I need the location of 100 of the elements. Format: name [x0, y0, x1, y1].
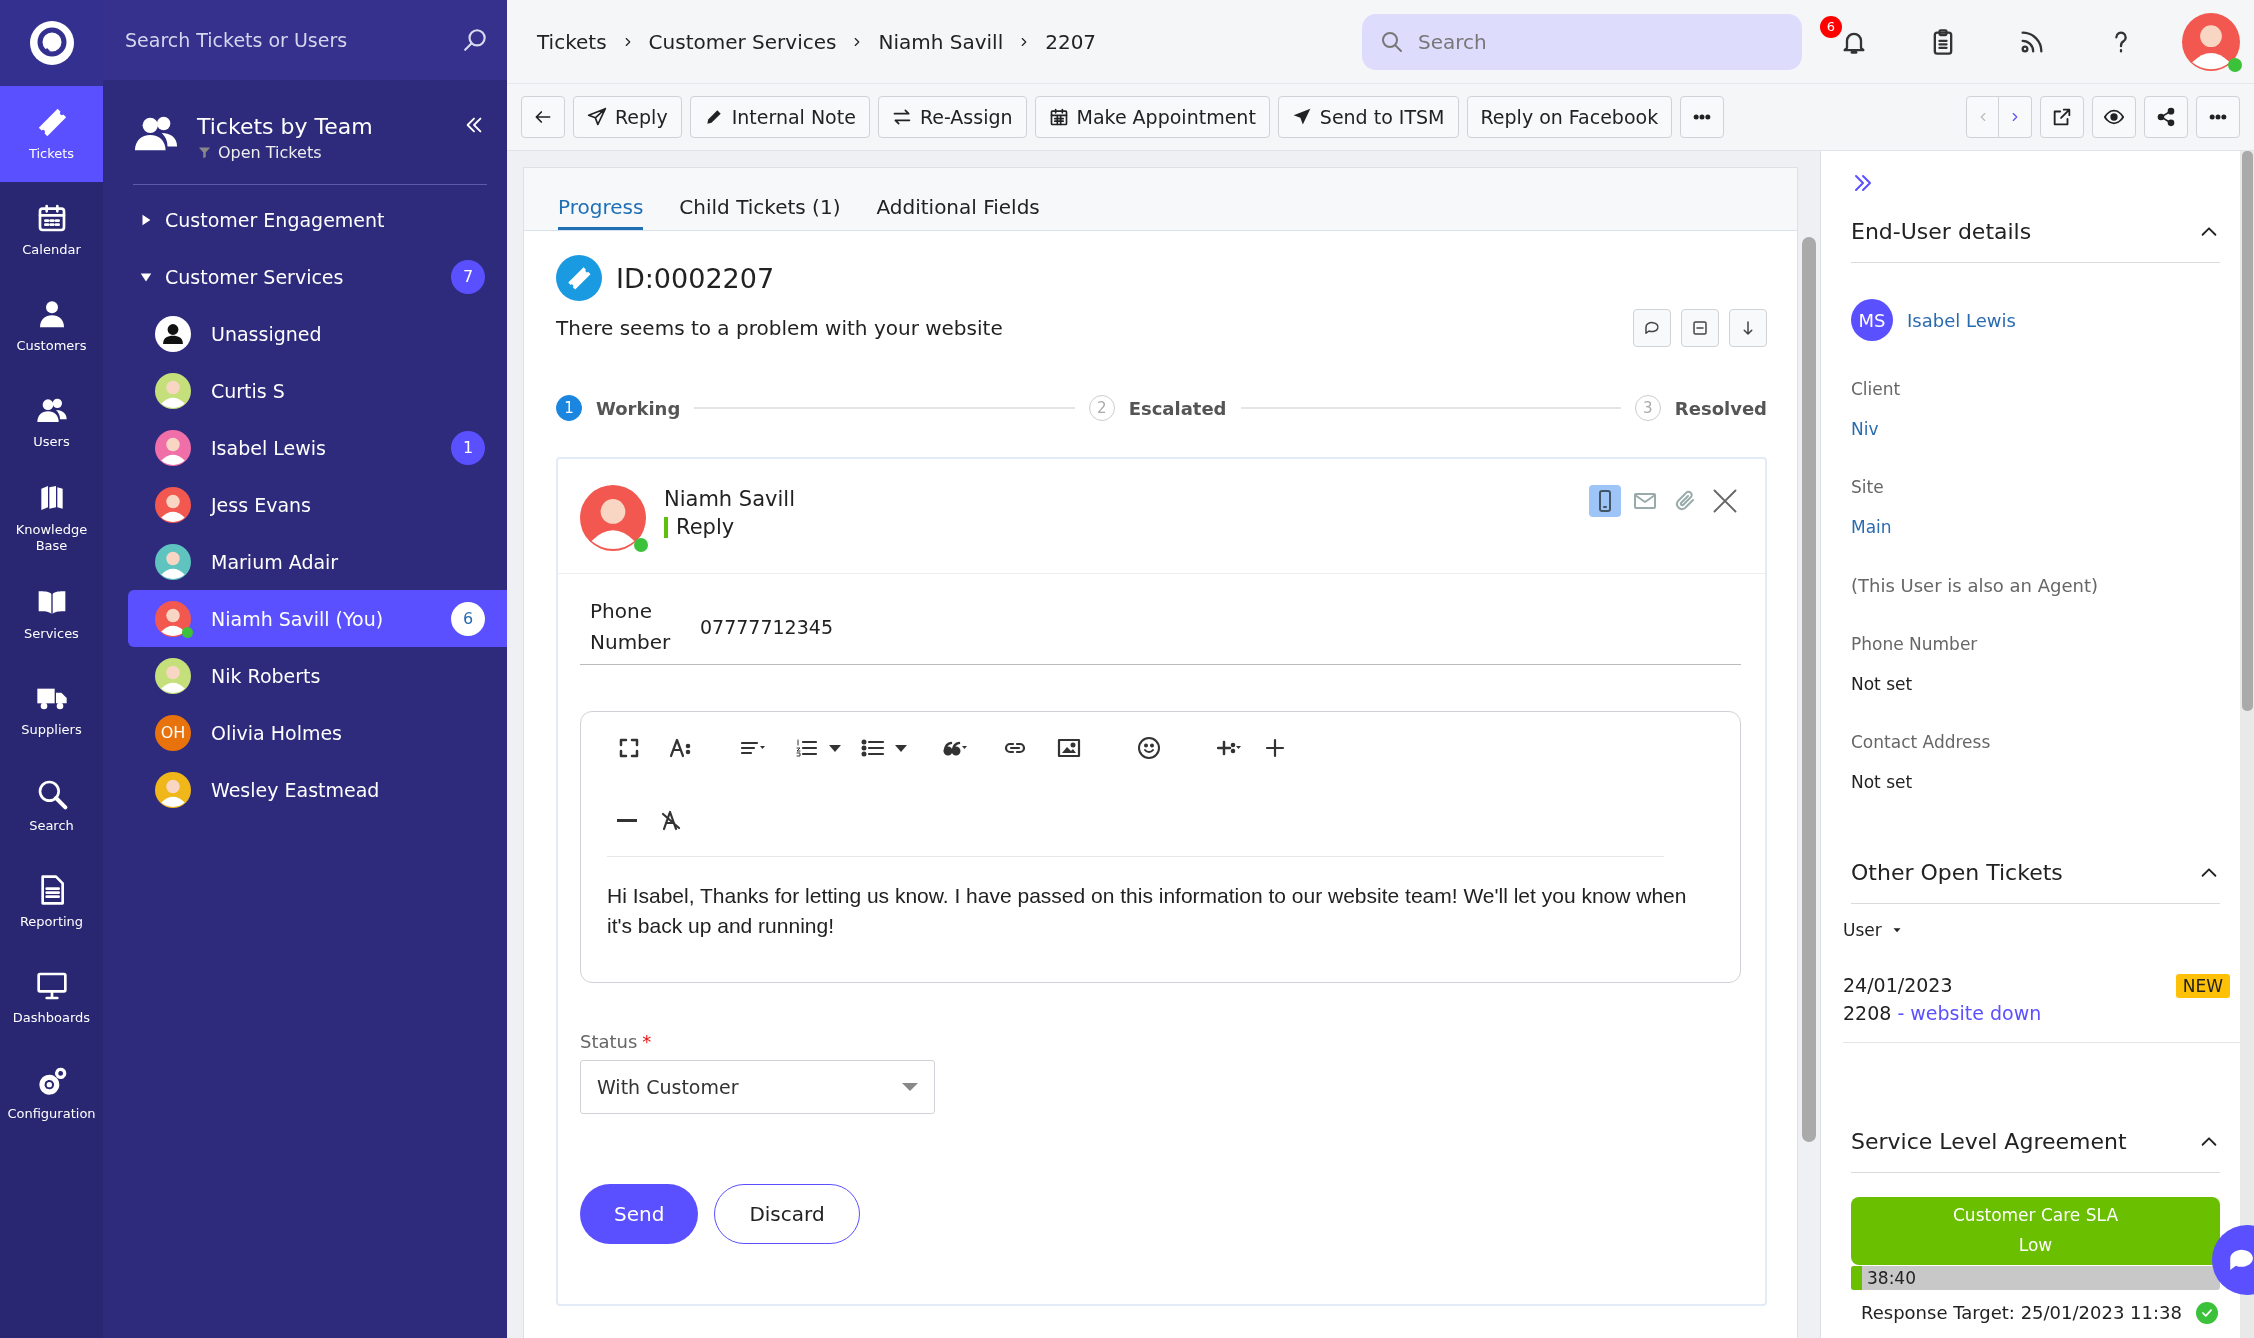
- action-button[interactable]: Re-Assign: [877, 96, 1027, 138]
- clear-format-icon: [659, 808, 683, 832]
- agent-item[interactable]: Niamh Savill (You) 6: [128, 590, 507, 647]
- status-dropdown[interactable]: With Customer: [580, 1059, 935, 1114]
- breadcrumb-link[interactable]: Niamh Savill: [878, 29, 1004, 54]
- action-button[interactable]: Reply: [573, 96, 682, 138]
- status-badge: NEW: [2175, 974, 2230, 998]
- close-icon: [1711, 487, 1739, 515]
- breadcrumb-link[interactable]: Customer Services: [648, 29, 837, 54]
- action-button[interactable]: Internal Note: [689, 96, 870, 138]
- author-name: Niamh Savill: [664, 487, 795, 511]
- plus-icon: [1263, 736, 1287, 760]
- field-label: Phone Number: [1851, 634, 1979, 654]
- filter-icon: [197, 145, 212, 160]
- nav-item[interactable]: Suppliers: [0, 662, 103, 758]
- channel-button[interactable]: [1589, 485, 1621, 517]
- field-label: Contact Address: [1851, 732, 1992, 752]
- minus-icon: [617, 818, 637, 822]
- editor[interactable]: Hi Isabel, Thanks for letting us know. I have passed on this information to our website team! We'll let you know when it's back up and running!: [580, 711, 1741, 983]
- field-label: Client: [1851, 379, 1902, 399]
- minus-square-icon: [1691, 319, 1709, 337]
- sla-name: Customer Care SLA: [1952, 1204, 2119, 1227]
- field-label: Status: [580, 1030, 638, 1052]
- team-group[interactable]: Customer Engagement: [103, 191, 507, 248]
- send-icon: [1291, 107, 1312, 127]
- ticket-number: 2208: [1843, 1002, 1893, 1024]
- agent-item[interactable]: Nik Roberts: [128, 647, 507, 704]
- field-value: Not set: [1851, 772, 1914, 792]
- user-avatar-icon: [2182, 12, 2240, 71]
- search-icon: [1380, 29, 1404, 54]
- font-size-icon: [669, 736, 693, 760]
- nav-item[interactable]: Configuration: [0, 1046, 103, 1142]
- count-badge: 1: [451, 430, 485, 465]
- scrollbar[interactable]: [2241, 151, 2253, 711]
- avatar-icon: [580, 485, 646, 551]
- share-button[interactable]: [2144, 96, 2188, 138]
- share-icon: [2156, 107, 2176, 127]
- nav-item[interactable]: Users: [0, 374, 103, 470]
- send-icon: [587, 107, 607, 127]
- filter-dropdown[interactable]: User: [1843, 920, 2220, 940]
- caret-down-icon: [895, 744, 907, 752]
- notifications-button[interactable]: 6: [1816, 13, 1891, 70]
- ticket-id: ID:0002207: [616, 262, 775, 294]
- agent-item[interactable]: Isabel Lewis 1: [128, 419, 507, 476]
- action-button[interactable]: Send to ITSM: [1277, 96, 1459, 138]
- more-button[interactable]: [1680, 96, 1725, 138]
- scroll-down-button[interactable]: [1729, 309, 1767, 347]
- send-button[interactable]: Send: [580, 1183, 699, 1244]
- tab[interactable]: Additional Fields: [876, 195, 1040, 230]
- section-title: End-User details: [1851, 219, 2032, 244]
- smiley-icon: [1137, 736, 1163, 760]
- phone-value: 07777712345: [700, 616, 833, 638]
- step-label: Escalated: [1128, 397, 1227, 419]
- ticket-link[interactable]: - website down: [1897, 1002, 2042, 1024]
- agent-item[interactable]: Marium Adair: [128, 533, 507, 590]
- agent-item[interactable]: Jess Evans: [128, 476, 507, 533]
- field-label: Site: [1851, 477, 1885, 497]
- nav-item[interactable]: Dashboards: [0, 950, 103, 1046]
- filter-label: Open Tickets: [218, 143, 322, 162]
- speech-bubble-icon: [1643, 319, 1661, 337]
- avatar: MS: [1851, 299, 1893, 341]
- agent-note: (This User is also an Agent): [1851, 575, 2099, 596]
- tab[interactable]: Progress: [558, 195, 644, 230]
- nav-item[interactable]: Customers: [0, 278, 103, 374]
- logo-icon: [28, 20, 75, 66]
- breadcrumb-link[interactable]: 2207: [1045, 29, 1097, 54]
- team-group[interactable]: Customer Services 7: [103, 248, 507, 305]
- nav-item[interactable]: Services: [0, 566, 103, 662]
- agent-item[interactable]: Curtis S: [128, 362, 507, 419]
- field-link[interactable]: Main: [1851, 517, 2220, 537]
- ticket-icon: [566, 265, 592, 291]
- image-icon: [1057, 736, 1083, 760]
- nav-item[interactable]: Reporting: [0, 854, 103, 950]
- field-link[interactable]: Niv: [1851, 419, 2220, 439]
- notification-badge: 6: [1820, 15, 1842, 38]
- action-button[interactable]: Make Appointment: [1034, 96, 1270, 138]
- open-external-button[interactable]: [2040, 96, 2084, 138]
- watch-button[interactable]: [2092, 96, 2136, 138]
- back-button[interactable]: [521, 96, 565, 138]
- action-button[interactable]: Reply on Facebook: [1466, 96, 1673, 138]
- search-field[interactable]: Search Tickets or Users: [103, 0, 507, 80]
- nav-item[interactable]: Search: [0, 758, 103, 854]
- user-silhouette-icon: [155, 315, 191, 352]
- nav-item[interactable]: Calendar: [0, 182, 103, 278]
- search-field[interactable]: Search: [1362, 13, 1802, 70]
- discard-button[interactable]: Discard: [714, 1183, 860, 1244]
- comment-button[interactable]: [1633, 309, 1671, 347]
- agent-item[interactable]: Wesley Eastmead: [128, 761, 507, 818]
- field-value: Not set: [1851, 674, 1914, 694]
- agent-item[interactable]: OH Olivia Holmes: [128, 704, 507, 761]
- user-link[interactable]: Isabel Lewis: [1907, 309, 2016, 331]
- nav-item[interactable]: Knowledge Base: [0, 470, 103, 566]
- tab[interactable]: Child Tickets (1): [679, 195, 841, 230]
- count-badge: 7: [451, 259, 485, 294]
- scrollbar[interactable]: [1802, 237, 1816, 1142]
- breadcrumb-link[interactable]: Tickets: [537, 29, 607, 54]
- more-button[interactable]: [2196, 96, 2240, 138]
- agent-item[interactable]: Unassigned: [128, 305, 507, 362]
- swap-icon: [891, 107, 912, 127]
- nav-item[interactable]: Tickets: [0, 86, 103, 182]
